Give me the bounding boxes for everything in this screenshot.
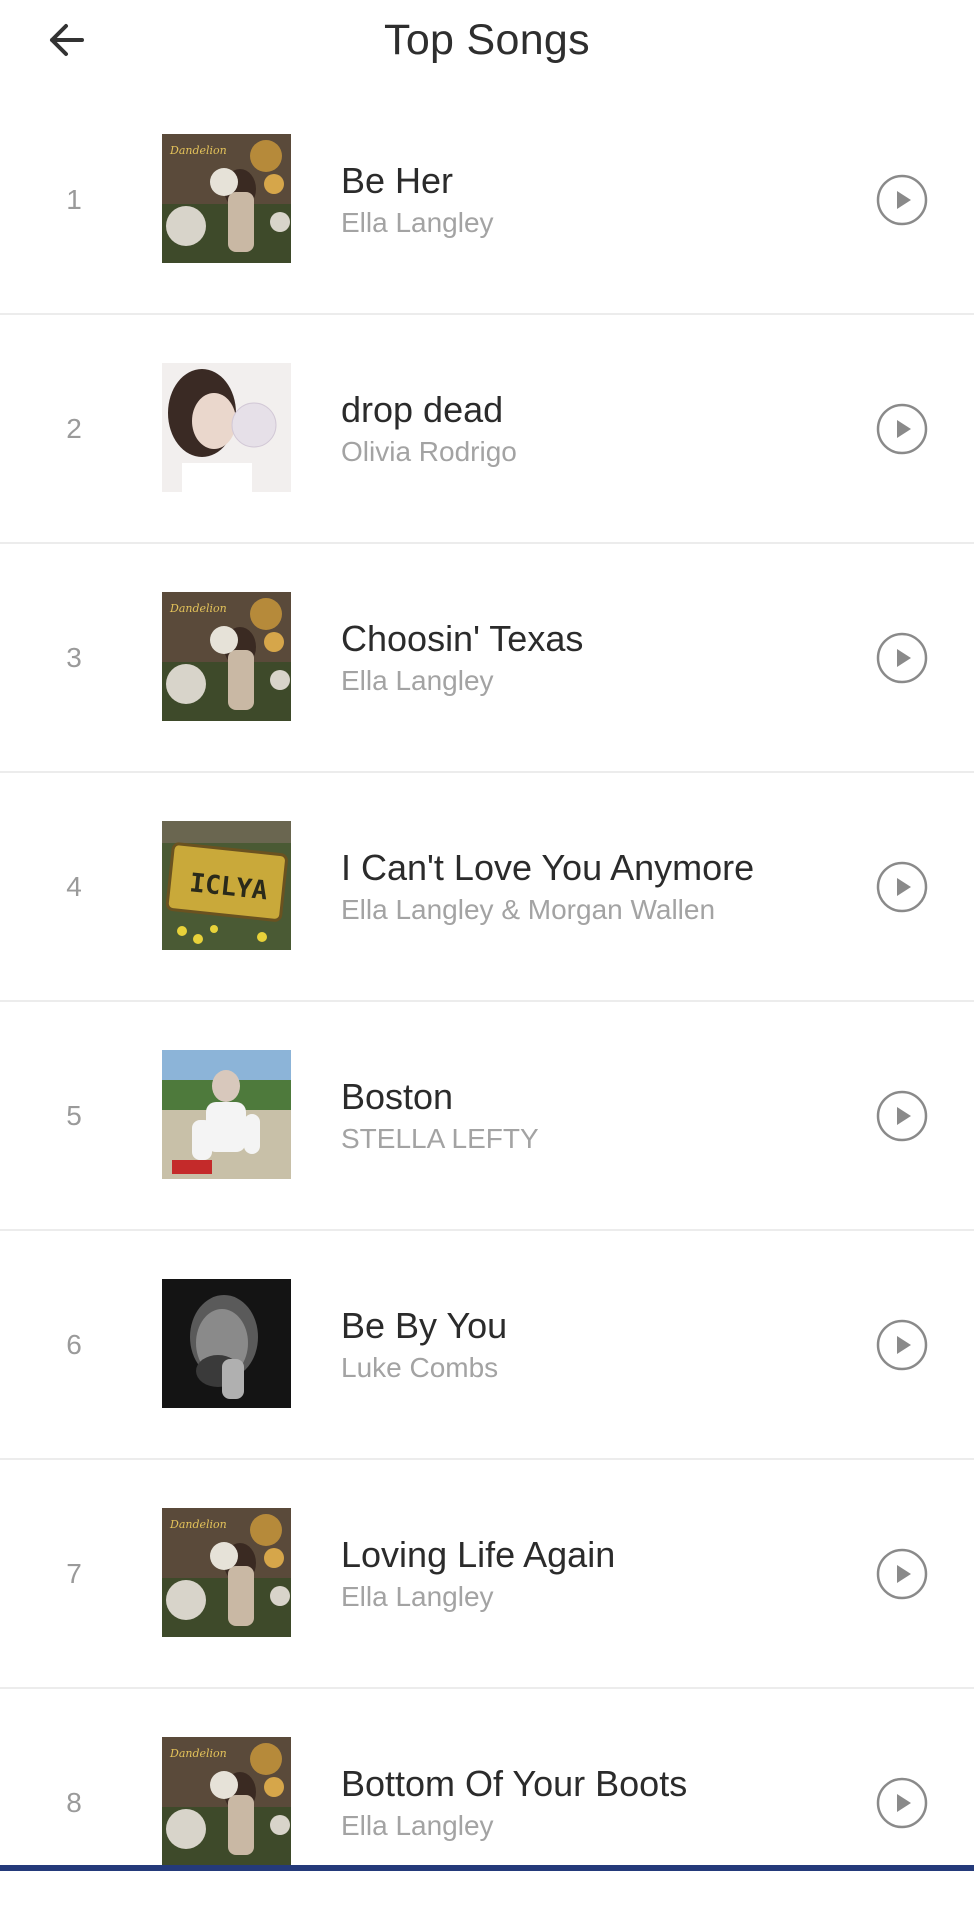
song-title: Be By You	[341, 1304, 508, 1346]
album-art-dandelion: Dandelion	[162, 1737, 291, 1866]
play-circle-icon	[876, 861, 928, 913]
song-row[interactable]: 6 Be By You Luke Combs	[0, 1231, 974, 1460]
song-artist: Olivia Rodrigo	[341, 435, 517, 467]
album-art-portrait-bw	[162, 1279, 291, 1408]
song-rank: 4	[66, 870, 82, 902]
play-button[interactable]	[876, 1319, 928, 1371]
album-cover: Dandelion	[162, 592, 291, 721]
play-circle-icon	[876, 632, 928, 684]
song-title: Choosin' Texas	[341, 617, 584, 659]
album-cover: Dandelion	[162, 1737, 291, 1866]
song-rank: 6	[66, 1328, 82, 1360]
song-artist: Ella Langley	[341, 1580, 494, 1612]
svg-text:Dandelion: Dandelion	[169, 144, 227, 157]
song-rank: 1	[66, 183, 82, 215]
song-title: Loving Life Again	[341, 1533, 616, 1575]
song-artist: STELLA LEFTY	[341, 1122, 539, 1154]
song-title: Bottom Of Your Boots	[341, 1762, 688, 1804]
song-artist: Luke Combs	[341, 1351, 499, 1383]
song-row[interactable]: 1 Dandelion Be Her Ella Langley	[0, 86, 974, 315]
album-cover	[162, 1050, 291, 1179]
song-row[interactable]: 2 drop dead Olivia Rodrigo	[0, 315, 974, 544]
song-artist: Ella Langley	[341, 664, 494, 696]
svg-text:Dandelion: Dandelion	[169, 602, 227, 615]
song-row[interactable]: 5 Boston STELLA LEFTY	[0, 1002, 974, 1231]
song-rank: 8	[66, 1786, 82, 1818]
song-info: Boston STELLA LEFTY	[341, 1002, 841, 1229]
song-list: 1 Dandelion Be Her Ella Langley 2 drop d…	[0, 86, 974, 1916]
song-row[interactable]: 8 Dandelion Bottom Of Your Boots Ella La…	[0, 1689, 974, 1916]
song-artist: Ella Langley & Morgan Wallen	[341, 893, 716, 925]
song-info: Bottom Of Your Boots Ella Langley	[341, 1689, 841, 1916]
album-cover	[162, 1279, 291, 1408]
song-info: Be By You Luke Combs	[341, 1231, 841, 1458]
song-row[interactable]: 3 Dandelion Choosin' Texas Ella Langley	[0, 544, 974, 773]
top-bar: Top Songs	[0, 0, 974, 86]
album-cover	[162, 363, 291, 492]
album-art-dandelion: Dandelion	[162, 1508, 291, 1637]
song-title: Be Her	[341, 159, 454, 201]
song-info: drop dead Olivia Rodrigo	[341, 315, 841, 542]
album-art-dandelion: Dandelion	[162, 134, 291, 263]
play-button[interactable]	[876, 861, 928, 913]
album-cover: ICLYA	[162, 821, 291, 950]
song-rank: 5	[66, 1099, 82, 1131]
song-info: Be Her Ella Langley	[341, 86, 841, 313]
svg-text:Dandelion: Dandelion	[169, 1747, 227, 1760]
song-info: Choosin' Texas Ella Langley	[341, 544, 841, 771]
album-cover: Dandelion	[162, 1508, 291, 1637]
song-title: Boston	[341, 1075, 454, 1117]
play-circle-icon	[876, 403, 928, 455]
song-rank: 2	[66, 412, 82, 444]
album-art-bubblegum	[162, 363, 291, 492]
play-button[interactable]	[876, 1777, 928, 1829]
song-info: I Can't Love You Anymore Ella Langley & …	[341, 773, 841, 1000]
song-rank: 3	[66, 641, 82, 673]
play-button[interactable]	[876, 174, 928, 226]
song-row[interactable]: 4 ICLYA I Can't Love You Anymore Ella La…	[0, 773, 974, 1002]
song-info: Loving Life Again Ella Langley	[341, 1460, 841, 1687]
album-art-license-plate: ICLYA	[162, 821, 291, 950]
album-cover: Dandelion	[162, 134, 291, 263]
album-art-dandelion: Dandelion	[162, 592, 291, 721]
song-title: drop dead	[341, 388, 504, 430]
play-button[interactable]	[876, 1090, 928, 1142]
song-rank: 7	[66, 1557, 82, 1589]
song-row[interactable]: 7 Dandelion Loving Life Again Ella Langl…	[0, 1460, 974, 1689]
play-circle-icon	[876, 1319, 928, 1371]
album-art-field	[162, 1050, 291, 1179]
page-title: Top Songs	[384, 16, 590, 64]
song-title: I Can't Love You Anymore	[341, 846, 755, 888]
play-circle-icon	[876, 1090, 928, 1142]
play-circle-icon	[876, 1777, 928, 1829]
play-button[interactable]	[876, 632, 928, 684]
play-circle-icon	[876, 1548, 928, 1600]
bottom-edge-bar	[0, 1865, 974, 1871]
play-button[interactable]	[876, 403, 928, 455]
song-artist: Ella Langley	[341, 1809, 494, 1841]
play-button[interactable]	[876, 1548, 928, 1600]
svg-text:Dandelion: Dandelion	[169, 1518, 227, 1531]
song-artist: Ella Langley	[341, 206, 494, 238]
play-circle-icon	[876, 174, 928, 226]
